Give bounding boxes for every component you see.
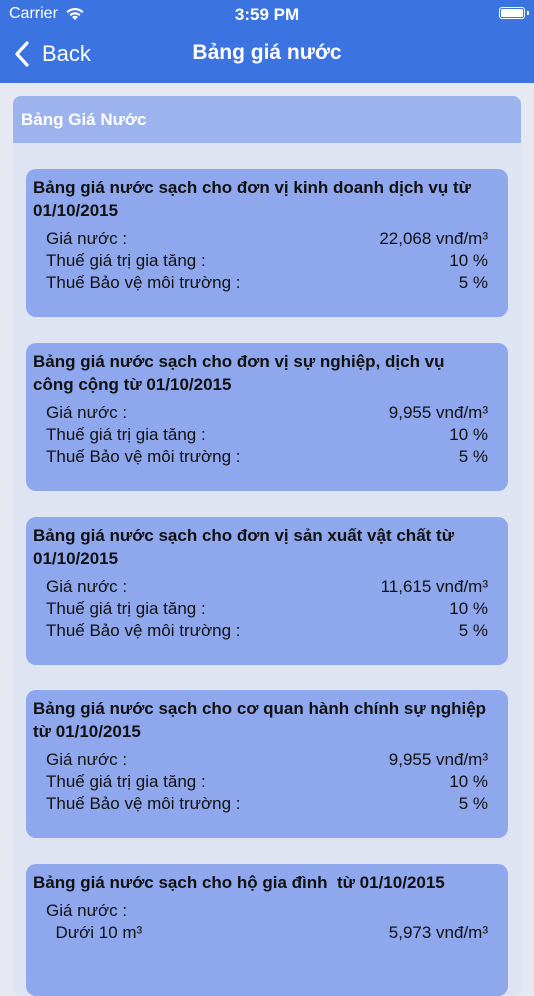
row-value: 22,068 vnđ/m³ xyxy=(379,229,488,248)
row-value: 9,955 vnđ/m³ xyxy=(388,403,488,422)
price-row: Giá nước : 9,955 vnđ/m³ xyxy=(33,749,488,771)
navigation-header: Carrier 3:59 PM Back Bảng giá nước xyxy=(0,0,534,83)
price-row: Giá nước : 9,955 vnđ/m³ xyxy=(33,402,488,424)
env-tax-row: Thuế Bảo vệ môi trường : 5 % xyxy=(33,272,488,294)
row-label: Thuế Bảo vệ môi trường : xyxy=(46,273,241,292)
row-label: Thuế Bảo vệ môi trường : xyxy=(46,794,241,813)
tier-row: Dưới 10 m³ 5,973 vnđ/m³ xyxy=(33,922,488,944)
price-row: Giá nước : 11,615 vnđ/m³ xyxy=(33,576,488,598)
vat-row: Thuế giá trị gia tăng : 10 % xyxy=(33,424,488,446)
card-title: Bảng giá nước sạch cho cơ quan hành chín… xyxy=(33,699,491,741)
price-row: Giá nước : 22,068 vnđ/m³ xyxy=(33,228,488,250)
vat-row: Thuế giá trị gia tăng : 10 % xyxy=(33,598,488,620)
panel-header: Bảng Giá Nước xyxy=(13,96,521,143)
card-title: Bảng giá nước sạch cho đơn vị sự nghiệp,… xyxy=(33,352,450,394)
row-value: 9,955 vnđ/m³ xyxy=(388,750,488,769)
card-title: Bảng giá nước sạch cho đơn vị kinh doanh… xyxy=(33,178,476,220)
row-value: 10 % xyxy=(449,599,488,618)
status-bar: Carrier 3:59 PM xyxy=(0,0,534,30)
env-tax-row: Thuế Bảo vệ môi trường : 5 % xyxy=(33,620,488,642)
row-label: Thuế giá trị gia tăng : xyxy=(46,425,206,444)
env-tax-row: Thuế Bảo vệ môi trường : 5 % xyxy=(33,793,488,815)
row-label: Giá nước : xyxy=(46,403,128,422)
price-card[interactable]: Bảng giá nước sạch cho đơn vị sản xuất v… xyxy=(26,517,508,665)
row-label: Thuế giá trị gia tăng : xyxy=(46,599,206,618)
panel-title: Bảng Giá Nước xyxy=(21,109,147,129)
row-label: Giá nước : xyxy=(46,229,128,248)
row-value: 5 % xyxy=(458,447,488,466)
price-card[interactable]: Bảng giá nước sạch cho đơn vị kinh doanh… xyxy=(26,169,508,317)
card-title: Bảng giá nước sạch cho đơn vị sản xuất v… xyxy=(33,526,459,568)
price-table-panel: Bảng Giá Nước Bảng giá nước sạch cho đơn… xyxy=(13,96,521,996)
vat-row: Thuế giá trị gia tăng : 10 % xyxy=(33,771,488,793)
row-label: Thuế Bảo vệ môi trường : xyxy=(46,621,241,640)
price-card[interactable]: Bảng giá nước sạch cho đơn vị sự nghiệp,… xyxy=(26,343,508,491)
card-title: Bảng giá nước sạch cho hộ gia đình từ 01… xyxy=(33,873,445,892)
price-card[interactable]: Bảng giá nước sạch cho hộ gia đình từ 01… xyxy=(26,864,508,996)
row-label: Thuế giá trị gia tăng : xyxy=(46,251,206,270)
row-label: Thuế Bảo vệ môi trường : xyxy=(46,447,241,466)
row-value: 11,615 vnđ/m³ xyxy=(380,577,488,596)
price-card[interactable]: Bảng giá nước sạch cho cơ quan hành chín… xyxy=(26,690,508,838)
row-label: Thuế giá trị gia tăng : xyxy=(46,772,206,791)
row-label: Giá nước : xyxy=(46,901,128,920)
row-label: Giá nước : xyxy=(46,577,128,596)
row-label: Dưới 10 m³ xyxy=(46,923,143,942)
page-title: Bảng giá nước xyxy=(192,41,342,64)
row-label: Giá nước : xyxy=(46,750,128,769)
env-tax-row: Thuế Bảo vệ môi trường : 5 % xyxy=(33,446,488,468)
row-value: 5 % xyxy=(458,621,488,640)
vat-row: Thuế giá trị gia tăng : 10 % xyxy=(33,250,488,272)
row-value: 10 % xyxy=(449,251,488,270)
status-time: 3:59 PM xyxy=(234,5,300,24)
row-value: 5 % xyxy=(458,794,488,813)
row-value: 5 % xyxy=(458,273,488,292)
row-value: 5,973 vnđ/m³ xyxy=(388,923,488,942)
price-row: Giá nước : xyxy=(33,900,488,922)
row-value: 10 % xyxy=(449,772,488,791)
battery-icon xyxy=(499,7,529,19)
row-value: 10 % xyxy=(449,425,488,444)
